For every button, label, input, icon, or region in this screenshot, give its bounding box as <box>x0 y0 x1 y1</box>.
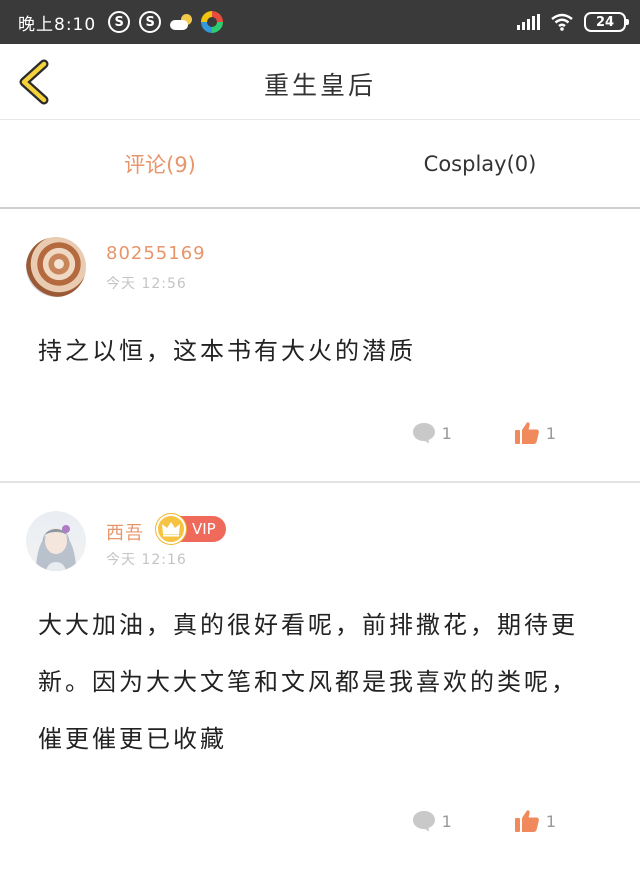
system-icons: 24 <box>517 12 629 32</box>
thumbs-up-icon <box>514 422 539 444</box>
like-count: 1 <box>545 811 556 831</box>
reply-button[interactable]: 1 <box>412 422 452 444</box>
status-bar: 晚上8:10 S S 24 <box>0 0 640 44</box>
tab-bar: 评论(9) Cosplay(0) <box>0 121 640 209</box>
reply-button[interactable]: 1 <box>412 810 452 832</box>
comment-item: 80255169 今天 12:56 持之以恒，这本书有大火的潜质 1 1 <box>0 211 640 483</box>
status-time: 晚上8:10 <box>18 14 97 35</box>
comment-username[interactable]: 西吾 <box>106 519 144 545</box>
sogou-icon: S <box>108 11 131 33</box>
comment-bubble-icon <box>412 811 435 832</box>
comment-actions: 1 1 <box>412 421 556 445</box>
like-button[interactable]: 1 <box>514 809 556 833</box>
thumbs-up-icon <box>514 810 539 832</box>
avatar[interactable] <box>26 237 86 297</box>
like-button[interactable]: 1 <box>514 421 556 445</box>
avatar[interactable] <box>26 511 86 571</box>
comment-username[interactable]: 80255169 <box>106 243 206 264</box>
reply-count: 1 <box>441 811 452 831</box>
tab-comments[interactable]: 评论(9) <box>0 121 320 207</box>
header: 重生皇后 <box>0 44 640 120</box>
app-icon <box>201 11 224 33</box>
sogou-icon: S <box>139 11 162 33</box>
notification-icons: S S <box>108 11 224 33</box>
comment-actions: 1 1 <box>412 809 556 833</box>
reply-count: 1 <box>441 423 452 443</box>
comment-bubble-icon <box>412 423 435 444</box>
comment-text: 大大加油，真的很好看呢，前排撒花，期待更新。因为大大文笔和文风都是我喜欢的类呢，… <box>38 611 578 753</box>
comment-item: 西吾 VIP 今天 12:16 大大加油，真的很好看呢，前排撒花，期待更新。因为… <box>0 485 640 873</box>
comment-text: 持之以恒，这本书有大火的潜质 <box>38 337 416 365</box>
vip-badge: VIP <box>156 514 226 544</box>
page-title: 重生皇后 <box>263 71 376 100</box>
like-count: 1 <box>545 423 556 443</box>
weather-icon <box>170 14 193 30</box>
comment-timestamp: 今天 12:16 <box>106 552 187 568</box>
crown-icon <box>156 514 186 544</box>
wifi-icon <box>550 13 574 31</box>
signal-icon <box>517 14 540 30</box>
battery-icon: 24 <box>584 12 629 32</box>
comment-timestamp: 今天 12:56 <box>106 276 187 292</box>
tab-cosplay[interactable]: Cosplay(0) <box>320 121 640 207</box>
